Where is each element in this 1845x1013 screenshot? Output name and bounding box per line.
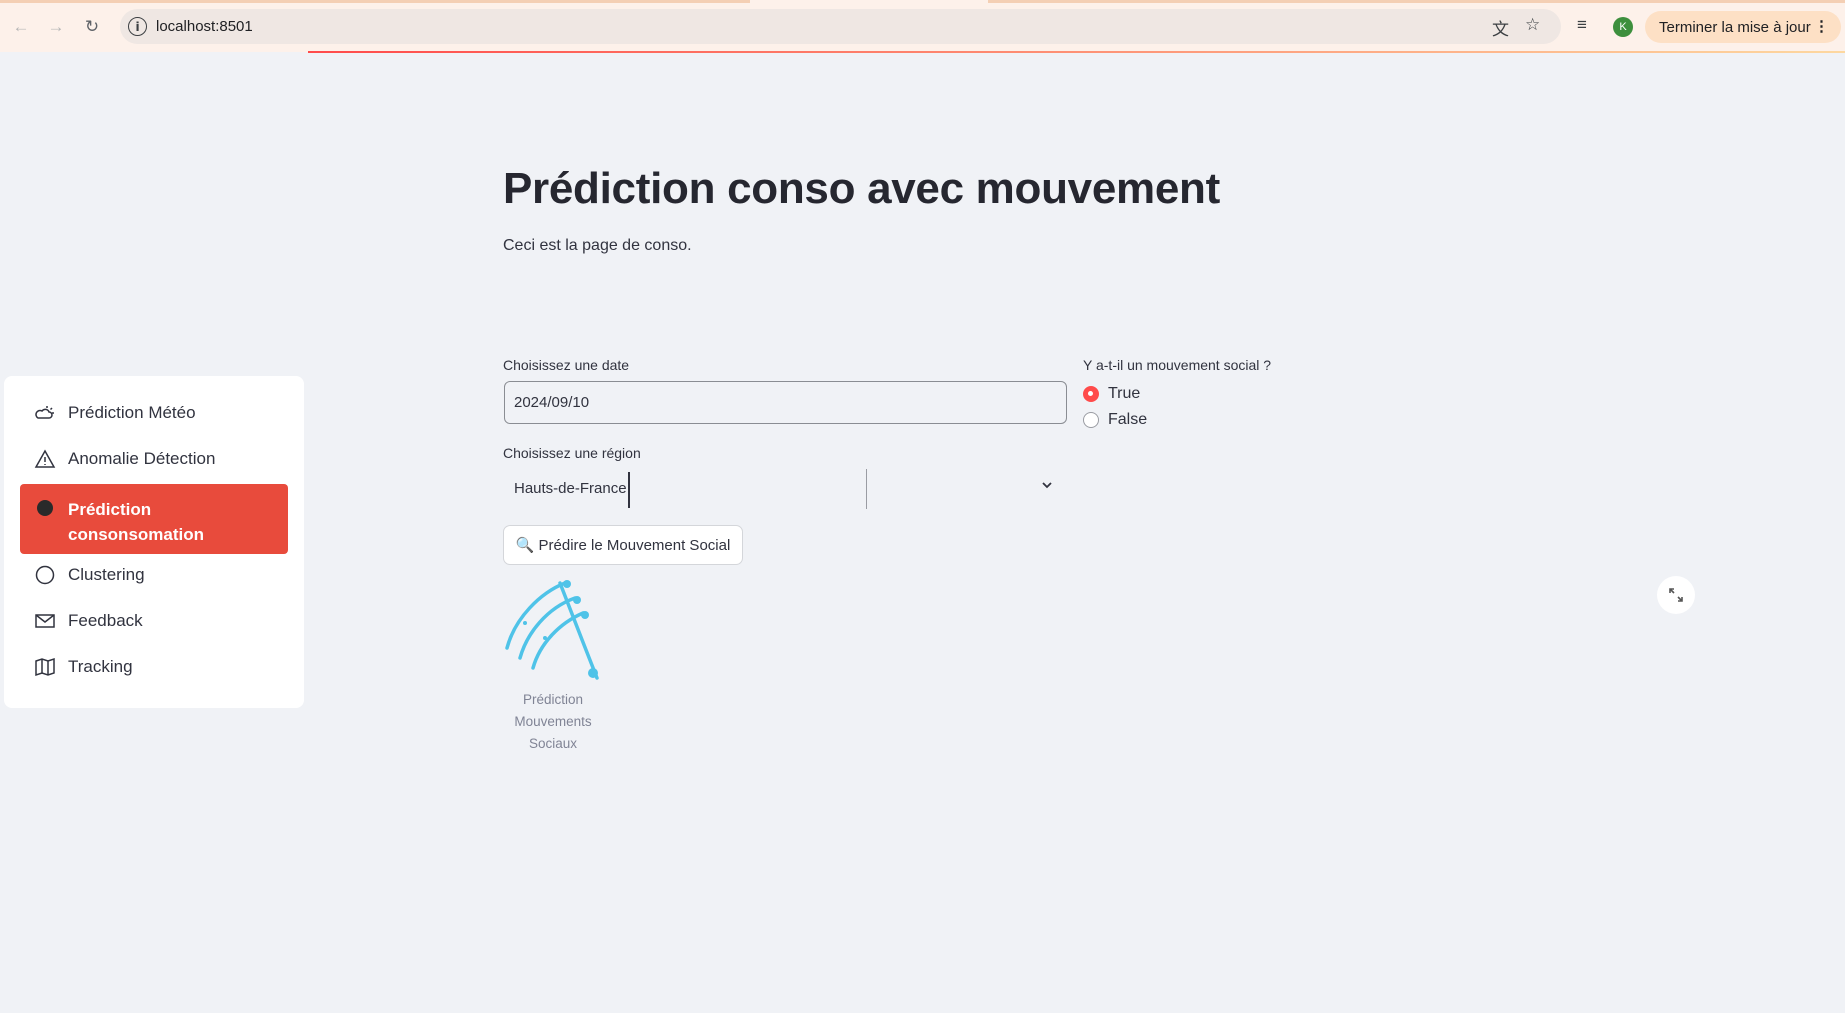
fullscreen-expand-icon[interactable] xyxy=(1657,576,1695,614)
update-button[interactable]: Terminer la mise à jour ⋮ xyxy=(1645,11,1841,43)
sidebar-item-feedback[interactable]: Feedback xyxy=(20,606,288,636)
media-queue-icon[interactable]: ≡ xyxy=(1577,15,1587,35)
sidebar-item-label: Tracking xyxy=(68,657,133,676)
dot-icon xyxy=(34,497,56,519)
more-menu-icon[interactable]: ⋮ xyxy=(1814,17,1829,35)
address-bar[interactable]: i localhost:8501 文 ☆ xyxy=(120,9,1561,44)
text-cursor xyxy=(628,472,630,508)
sidebar-item-tracking[interactable]: Tracking xyxy=(20,652,288,682)
sidebar-item-clustering[interactable]: Clustering xyxy=(20,560,288,590)
sidebar-item-label: Anomalie Détection xyxy=(68,449,216,468)
sidebar-item-label: Prédiction Météo xyxy=(68,403,196,422)
translate-icon[interactable]: 文 xyxy=(1492,15,1509,40)
browser-toolbar: ← → ↻ i localhost:8501 文 ☆ ≡ K Terminer … xyxy=(0,0,1845,52)
map-icon xyxy=(34,656,56,678)
reload-icon[interactable]: ↻ xyxy=(79,14,105,40)
sidebar-item-prediction-consommation[interactable]: Prédiction consonsomation xyxy=(20,484,288,554)
sidebar-item-label: Feedback xyxy=(68,611,143,630)
sidebar-item-prediction-meteo[interactable]: Prédiction Météo xyxy=(20,398,288,428)
profile-avatar[interactable]: K xyxy=(1613,17,1633,37)
region-selected-value: Hauts-de-France xyxy=(514,480,627,497)
page-title: Prédiction conso avec mouvement xyxy=(503,164,1220,213)
tab-strip xyxy=(0,0,750,3)
social-movement-logo-image xyxy=(505,578,601,684)
circle-icon xyxy=(34,564,56,586)
image-caption: Prédiction Mouvements Sociaux xyxy=(514,692,592,751)
weather-icon xyxy=(34,402,56,424)
bookmark-star-icon[interactable]: ☆ xyxy=(1525,15,1540,35)
region-label: Choisissez une région xyxy=(503,445,641,461)
forward-icon[interactable]: → xyxy=(43,14,69,40)
envelope-icon xyxy=(34,610,56,632)
radio-label: True xyxy=(1108,385,1141,402)
radio-button-icon xyxy=(1083,412,1099,428)
back-icon[interactable]: ← xyxy=(8,14,34,40)
radio-label: False xyxy=(1108,411,1148,428)
sidebar-item-label: Prédiction consonsomation xyxy=(68,500,205,544)
radio-button-icon xyxy=(1083,386,1099,402)
page-subtitle: Ceci est la page de conso. xyxy=(503,237,692,254)
sidebar-item-anomalie-detection[interactable]: Anomalie Détection xyxy=(20,444,288,474)
url-text: localhost:8501 xyxy=(156,18,253,35)
warning-icon xyxy=(34,448,56,470)
radio-false[interactable]: False xyxy=(1083,411,1147,429)
chevron-down-icon[interactable] xyxy=(1040,478,1054,495)
update-button-label: Terminer la mise à jour xyxy=(1659,18,1811,36)
tab-strip xyxy=(988,0,1845,3)
sidebar: Prédiction Météo Anomalie Détection Préd… xyxy=(4,376,304,708)
date-label: Choisissez une date xyxy=(503,357,630,373)
site-info-icon[interactable]: i xyxy=(128,17,147,36)
radio-true[interactable]: True xyxy=(1083,385,1140,403)
predict-button[interactable]: 🔍 Prédire le Mouvement Social xyxy=(503,525,743,565)
loading-bar xyxy=(308,51,1845,53)
select-separator xyxy=(866,469,867,509)
region-select[interactable]: Hauts-de-France xyxy=(504,468,1067,510)
movement-label: Y a-t-il un mouvement social ? xyxy=(1083,357,1272,373)
sidebar-item-label: Clustering xyxy=(68,565,145,584)
date-input[interactable]: 2024/09/10 xyxy=(504,381,1067,424)
